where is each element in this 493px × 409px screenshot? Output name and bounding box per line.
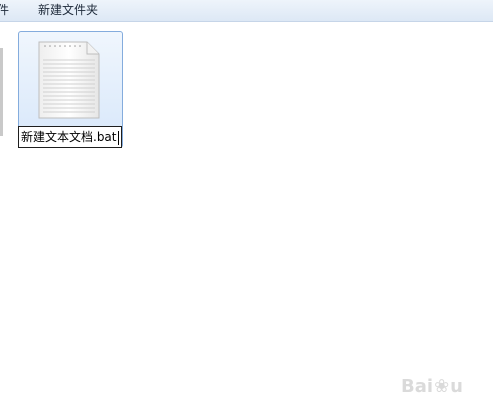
watermark-text-left: Bai bbox=[401, 376, 434, 397]
explorer-window: 件 新建文件夹 新建文本文档.bat Bai❀u bbox=[0, 0, 493, 409]
baidu-watermark: Bai❀u bbox=[401, 376, 463, 397]
text-document-icon bbox=[38, 41, 100, 119]
paw-icon: ❀ bbox=[434, 376, 450, 397]
text-caret bbox=[117, 130, 119, 145]
file-list-area[interactable]: 新建文本文档.bat Bai❀u bbox=[0, 22, 493, 409]
rename-text: 新建文本文档.bat bbox=[21, 130, 117, 144]
rename-input[interactable]: 新建文本文档.bat bbox=[18, 126, 122, 148]
adjacent-item-edge bbox=[0, 48, 3, 136]
new-folder-button[interactable]: 新建文件夹 bbox=[38, 2, 98, 18]
watermark-text-right: u bbox=[450, 376, 463, 397]
toolbar-item-partial[interactable]: 件 bbox=[0, 2, 9, 18]
command-bar: 件 新建文件夹 bbox=[0, 0, 493, 22]
